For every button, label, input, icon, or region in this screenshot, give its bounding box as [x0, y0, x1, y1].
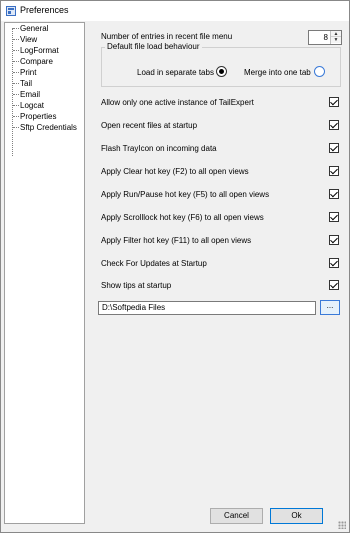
single-instance-checkbox[interactable]	[329, 97, 339, 107]
scrolllock-hotkey-checkbox[interactable]	[329, 212, 339, 222]
browse-button[interactable]: ...	[320, 300, 340, 315]
show-tips-label: Show tips at startup	[101, 281, 172, 290]
check-updates-checkbox[interactable]	[329, 258, 339, 268]
app-icon	[6, 6, 16, 16]
check-updates-label: Check For Updates at Startup	[101, 259, 207, 268]
tree-item-view[interactable]: View	[12, 34, 37, 45]
flash-trayicon-checkbox[interactable]	[329, 143, 339, 153]
tree-item-properties[interactable]: Properties	[12, 111, 56, 122]
tree-item-email[interactable]: Email	[12, 89, 40, 100]
path-input[interactable]: D:\Softpedia Files	[98, 301, 316, 315]
run-pause-hotkey-label: Apply Run/Pause hot key (F5) to all open…	[101, 190, 270, 199]
ok-button[interactable]: Ok	[270, 508, 323, 524]
recent-entries-label: Number of entries in recent file menu	[101, 32, 233, 41]
spin-down-icon[interactable]: ▼	[331, 37, 341, 43]
merge-tab-radio[interactable]	[314, 66, 325, 77]
clear-hotkey-checkbox[interactable]	[329, 166, 339, 176]
cancel-button[interactable]: Cancel	[210, 508, 263, 524]
tree-item-logcat[interactable]: Logcat	[12, 100, 44, 111]
spinner-buttons: ▲ ▼	[330, 31, 341, 44]
preferences-tree: General View LogFormat Compare Print Tai…	[4, 22, 85, 524]
tree-item-sftp-credentials[interactable]: Sftp Credentials	[12, 122, 77, 133]
filter-hotkey-label: Apply Filter hot key (F11) to all open v…	[101, 236, 252, 245]
open-recent-label: Open recent files at startup	[101, 121, 198, 130]
separate-tabs-radio[interactable]	[216, 66, 227, 77]
filter-hotkey-checkbox[interactable]	[329, 235, 339, 245]
flash-trayicon-label: Flash TrayIcon on incoming data	[101, 144, 217, 153]
scrolllock-hotkey-label: Apply Scrolllock hot key (F6) to all ope…	[101, 213, 264, 222]
tree-item-compare[interactable]: Compare	[12, 56, 53, 67]
preferences-window: Preferences General View LogFormat Compa…	[0, 0, 350, 533]
separate-tabs-label: Load in separate tabs	[137, 68, 214, 77]
recent-entries-stepper[interactable]: 8 ▲ ▼	[308, 30, 342, 45]
title-bar: Preferences	[1, 1, 349, 21]
tree-item-print[interactable]: Print	[12, 67, 36, 78]
resize-grip[interactable]	[338, 521, 346, 529]
recent-entries-value: 8	[323, 33, 328, 42]
clear-hotkey-label: Apply Clear hot key (F2) to all open vie…	[101, 167, 249, 176]
tree-item-tail[interactable]: Tail	[12, 78, 32, 89]
run-pause-hotkey-checkbox[interactable]	[329, 189, 339, 199]
window-title: Preferences	[20, 5, 69, 15]
file-load-group-title: Default file load behaviour	[105, 42, 202, 51]
show-tips-checkbox[interactable]	[329, 280, 339, 290]
tree-item-logformat[interactable]: LogFormat	[12, 45, 59, 56]
merge-tab-label: Merge into one tab	[244, 68, 311, 77]
open-recent-checkbox[interactable]	[329, 120, 339, 130]
tree-item-general[interactable]: General	[12, 23, 48, 34]
single-instance-label: Allow only one active instance of TailEx…	[101, 98, 254, 107]
